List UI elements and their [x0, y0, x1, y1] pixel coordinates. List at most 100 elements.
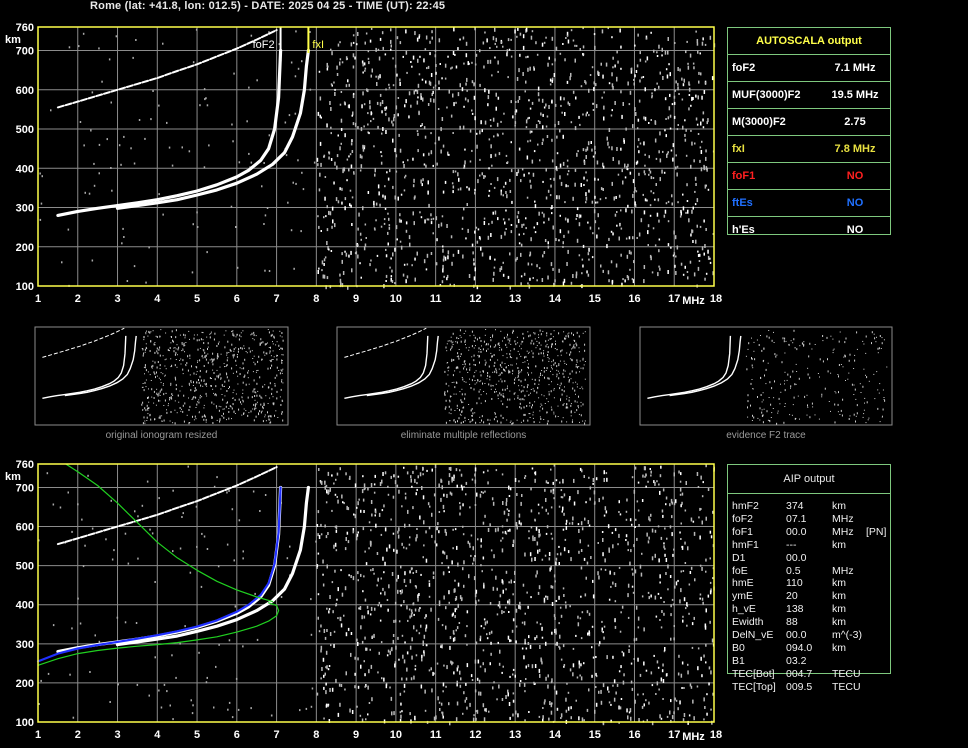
thumbnail-noise: [538, 383, 540, 385]
thumbnail-noise: [851, 383, 853, 386]
thumbnail-noise: [245, 410, 247, 412]
thumbnail-noise: [751, 379, 753, 380]
thumbnail-noise: [237, 383, 239, 385]
noise-dot: [699, 146, 702, 149]
thumbnail-noise: [827, 358, 828, 361]
noise-dot: [547, 241, 549, 245]
noise-dot: [657, 666, 660, 669]
thumbnail-noise: [538, 352, 540, 355]
noise-dot: [658, 483, 660, 486]
noise-dot: [550, 262, 553, 267]
thumbnail-noise: [479, 381, 481, 383]
noise-dot: [475, 717, 477, 721]
noise-dot: [626, 275, 629, 278]
noise-dot: [479, 635, 482, 639]
noise-dot: [422, 640, 424, 644]
noise-dot: [324, 672, 326, 676]
noise-dot: [574, 182, 576, 187]
noise-dot: [382, 472, 384, 476]
thumbnail-noise: [753, 341, 755, 343]
thumbnail-noise: [143, 339, 145, 341]
thumbnail-noise: [566, 352, 568, 354]
thumbnail-noise: [473, 364, 475, 366]
thumbnail-noise: [806, 414, 808, 416]
thumbnail-noise: [165, 332, 167, 334]
noise-dot: [648, 168, 651, 172]
noise-dot: [480, 491, 483, 493]
thumbnail-noise: [240, 401, 241, 404]
noise-dot: [394, 247, 396, 252]
thumbnail-noise: [159, 395, 161, 396]
noise-dot: [681, 77, 683, 81]
noise-dot: [334, 542, 337, 547]
thumbnail-noise: [159, 368, 161, 370]
noise-dot: [551, 678, 553, 683]
thumbnail-noise: [882, 389, 884, 391]
noise-dot: [394, 663, 396, 668]
thumbnail-noise: [268, 418, 270, 421]
thumbnail-noise: [819, 376, 820, 378]
thumbnail-noise: [558, 372, 560, 374]
noise-dot: [232, 140, 234, 143]
thumbnail-noise: [145, 343, 147, 345]
noise-dot: [326, 629, 328, 632]
thumbnail-noise: [185, 364, 187, 366]
noise-dot: [534, 471, 537, 476]
thumbnail-noise: [747, 348, 749, 350]
thumbnail-noise: [216, 407, 218, 409]
noise-dot: [536, 541, 539, 546]
thumbnail-noise: [854, 388, 856, 391]
noise-dot: [675, 154, 677, 157]
noise-dot: [612, 56, 614, 60]
noise-dot: [333, 81, 335, 84]
thumbnail-noise: [483, 421, 485, 424]
thumbnail-noise: [197, 348, 199, 351]
thumbnail-noise: [768, 397, 770, 398]
thumbnail-noise: [253, 388, 255, 391]
noise-dot: [171, 654, 173, 657]
noise-dot: [614, 618, 616, 623]
thumbnail-noise: [520, 398, 522, 401]
thumbnail-noise: [770, 417, 772, 418]
noise-dot: [388, 584, 390, 589]
noise-dot: [545, 103, 547, 107]
noise-dot: [541, 558, 544, 561]
thumbnail-noise: [556, 376, 558, 378]
thumbnail-noise: [215, 394, 217, 397]
noise-dot: [643, 170, 646, 174]
noise-dot: [607, 686, 609, 691]
noise-dot: [388, 544, 391, 549]
noise-dot: [612, 684, 614, 687]
noise-dot: [414, 608, 417, 612]
thumbnail-noise: [563, 331, 565, 333]
noise-dot: [403, 690, 406, 693]
noise-dot: [297, 159, 299, 162]
noise-dot: [365, 562, 368, 566]
thumbnail-noise: [143, 366, 145, 368]
noise-dot: [525, 227, 527, 230]
thumbnail-noise: [495, 383, 497, 385]
noise-dot: [203, 166, 206, 169]
noise-dot: [633, 260, 635, 264]
noise-dot: [141, 504, 144, 507]
noise-dot: [521, 494, 523, 497]
noise-dot: [545, 196, 548, 200]
noise-dot: [576, 238, 579, 243]
noise-dot: [387, 242, 389, 246]
thumbnail-noise: [548, 358, 550, 360]
noise-dot: [484, 31, 486, 34]
noise-dot: [512, 115, 514, 119]
noise-dot: [670, 246, 672, 249]
noise-dot: [527, 642, 530, 645]
thumbnail-noise: [480, 394, 482, 396]
noise-dot: [462, 525, 464, 528]
thumbnail-noise: [240, 336, 242, 338]
noise-dot: [428, 526, 431, 530]
noise-dot: [376, 254, 379, 257]
thumbnail-noise: [267, 415, 269, 418]
thumbnail-noise: [511, 364, 513, 366]
noise-dot: [264, 494, 267, 496]
thumbnail-noise: [231, 418, 232, 420]
noise-dot: [474, 188, 476, 191]
noise-dot: [501, 671, 503, 674]
